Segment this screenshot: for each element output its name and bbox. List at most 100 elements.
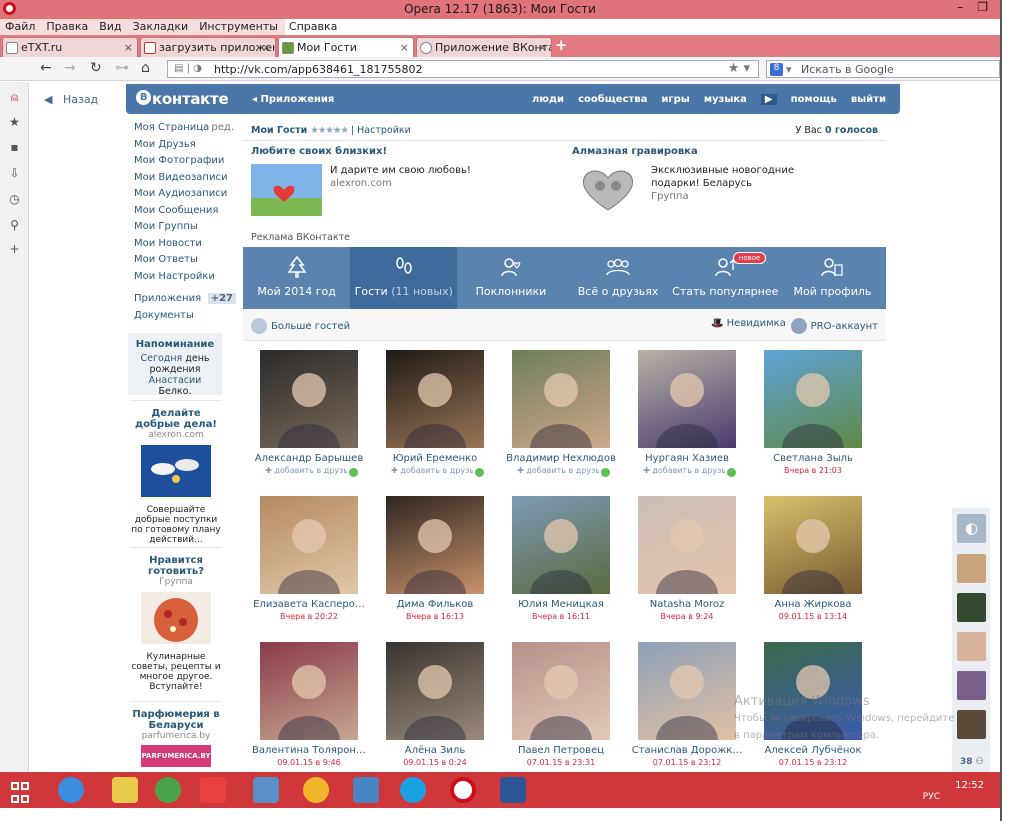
minimize-icon[interactable]: –	[957, 0, 963, 14]
menu-help[interactable]: Справка	[289, 20, 337, 35]
opera-taskbar-icon[interactable]	[450, 777, 476, 803]
edit-link[interactable]: ред.	[211, 122, 234, 133]
guest-name[interactable]: Анна Жиркова	[753, 599, 873, 610]
search-input[interactable]: 8 ▾ Искать в Google	[766, 60, 1000, 78]
app-name[interactable]: Мои Гости	[251, 125, 307, 136]
top-ad[interactable]: Любите своих близких! И дарите им свою л…	[251, 146, 551, 216]
online-count[interactable]: 38 ⚇	[960, 757, 984, 767]
guest-photo[interactable]	[512, 496, 610, 594]
avatar[interactable]	[957, 593, 986, 622]
menu-tools[interactable]: Инструменты	[199, 20, 278, 35]
guest-name[interactable]: Алексей Лубчёнок	[753, 745, 873, 756]
back-link[interactable]: ◀ Назад	[44, 93, 98, 106]
vk-dog-icon[interactable]: ◐	[957, 514, 986, 543]
guest-photo[interactable]	[764, 350, 862, 448]
guest-photo[interactable]	[638, 642, 736, 740]
vk-logo[interactable]: Вконтакте	[136, 90, 229, 108]
side-ad[interactable]: Делайте добрые дела! alexron.com Соверша…	[130, 408, 222, 545]
guest-card[interactable]: Юлия Меницкая Вчера в 16:11	[501, 496, 621, 621]
guest-card[interactable]: Дима Фильков Вчера в 16:13	[375, 496, 495, 621]
guest-card[interactable]: Нургаян Хазиев ✚ добавить в друзья	[627, 350, 747, 479]
browser-tab[interactable]: eTXT.ru ×	[2, 37, 138, 57]
guest-photo[interactable]	[512, 642, 610, 740]
guest-card[interactable]: Алёна Зиль 09.01.15 в 0:24	[375, 642, 495, 767]
guest-name[interactable]: Юрий Еременко	[375, 453, 495, 464]
guest-photo[interactable]	[260, 642, 358, 740]
menu-edit[interactable]: Правка	[46, 20, 88, 35]
downloads-icon[interactable]: ⇩	[8, 166, 21, 180]
bookmark-star-icon[interactable]: ★ ▾	[728, 61, 750, 76]
guest-card[interactable]: Юрий Еременко ✚ добавить в друзья	[375, 350, 495, 479]
ie-icon[interactable]	[58, 777, 84, 803]
yandex-icon[interactable]	[200, 777, 226, 803]
menu-view[interactable]: Вид	[99, 20, 121, 35]
guest-name[interactable]: Елизавета Касперо…	[249, 599, 369, 610]
app-icon[interactable]	[303, 777, 329, 803]
clock[interactable]: 12:52	[955, 780, 984, 791]
language-indicator[interactable]: РУС	[923, 792, 940, 802]
mail-icon[interactable]	[253, 777, 279, 803]
guest-card[interactable]: Станислав Дорожк… 07.01.15 в 23:12	[627, 642, 747, 767]
chrome-icon[interactable]	[155, 777, 181, 803]
notes-icon[interactable]: ▪	[8, 140, 21, 154]
menu-audio[interactable]: Мои Аудиозаписи	[134, 188, 234, 205]
guest-card[interactable]: Владимир Нехлюдов ✚ добавить в друзья	[501, 350, 621, 479]
close-icon[interactable]: ×	[538, 41, 547, 54]
reload-icon[interactable]: ↻	[90, 60, 102, 76]
nav-people[interactable]: люди	[532, 94, 564, 105]
app-icon[interactable]	[353, 777, 379, 803]
guest-photo[interactable]	[764, 496, 862, 594]
guest-name[interactable]: Алёна Зиль	[375, 745, 495, 756]
menu-friends[interactable]: Мои Друзья	[134, 139, 234, 156]
nav-music[interactable]: музыка	[704, 94, 747, 105]
nav-games[interactable]: игры	[661, 94, 689, 105]
play-icon[interactable]: ▶	[760, 94, 777, 105]
top-ad[interactable]: Алмазная гравировка Эксклюзивные новогод…	[572, 146, 872, 216]
avatar[interactable]	[957, 671, 986, 700]
avatar[interactable]	[957, 554, 986, 583]
close-icon[interactable]: ×	[400, 41, 409, 54]
menu-groups[interactable]: Мои Группы	[134, 221, 234, 238]
avatar[interactable]	[957, 632, 986, 661]
menu-apps[interactable]: Приложения +27	[134, 293, 236, 310]
menu-videos[interactable]: Мои Видеозаписи	[134, 172, 234, 189]
guest-photo[interactable]	[386, 642, 484, 740]
side-ad[interactable]: Нравится готовить? Группа Кулинарные сов…	[130, 555, 222, 692]
back-icon[interactable]: ←	[40, 60, 52, 76]
home-icon[interactable]: ⌂	[141, 60, 150, 76]
menu-docs[interactable]: Документы	[134, 310, 234, 327]
guest-photo[interactable]	[638, 496, 736, 594]
guest-card[interactable]: Светлана Зыль Вчера в 21:03	[753, 350, 873, 475]
history-icon[interactable]: ◷	[8, 192, 21, 206]
guest-card[interactable]: Анна Жиркова 09.01.15 в 13:14	[753, 496, 873, 621]
add-panel-icon[interactable]: +	[8, 242, 21, 256]
apps-link[interactable]: ◂ Приложения	[252, 94, 334, 105]
search-icon[interactable]: ⚲	[8, 218, 21, 232]
reminder-today-link[interactable]: Сегодня	[140, 353, 182, 364]
word-icon[interactable]	[500, 777, 526, 803]
guest-card[interactable]: Павел Петровец 07.01.15 в 23:31	[501, 642, 621, 767]
more-guests-link[interactable]: Больше гостей	[251, 318, 350, 334]
guest-photo[interactable]	[512, 350, 610, 448]
guest-name[interactable]: Валентина Толярон…	[249, 745, 369, 756]
tab-my-profile[interactable]: Мой профиль	[779, 247, 886, 309]
skype-icon[interactable]	[400, 777, 426, 803]
guest-name[interactable]: Юлия Меницкая	[501, 599, 621, 610]
menu-photos[interactable]: Мои Фотографии	[134, 155, 234, 172]
pro-account-link[interactable]: PRO-аккаунт	[790, 318, 878, 334]
nav-logout[interactable]: выйти	[851, 94, 886, 105]
guest-card[interactable]: Елизавета Касперо… Вчера в 20:22	[249, 496, 369, 621]
guest-photo[interactable]	[260, 350, 358, 448]
guest-name[interactable]: Александр Барышев	[249, 453, 369, 464]
tab-all-about-friends[interactable]: Всё о друзьях	[565, 247, 672, 309]
close-icon[interactable]: ×	[124, 41, 133, 54]
address-bar[interactable]: ▤ | ◑ http://vk.com/app638461_181755802 …	[167, 60, 759, 78]
tab-get-popular[interactable]: новое Стать популярнее	[672, 247, 779, 309]
tab-guests[interactable]: Гости (11 новых)	[350, 247, 458, 309]
votes-value[interactable]: 0 голосов	[825, 125, 878, 136]
guest-photo[interactable]	[386, 350, 484, 448]
invisible-mode-link[interactable]: 🎩 Невидимка	[711, 318, 786, 329]
browser-tab[interactable]: загрузить приложени… ×	[140, 37, 276, 57]
browser-tab-active[interactable]: Мои Гости ×	[278, 37, 414, 57]
side-ad[interactable]: Парфюмерия в Беларуси parfumerica.by PAR…	[130, 709, 222, 767]
